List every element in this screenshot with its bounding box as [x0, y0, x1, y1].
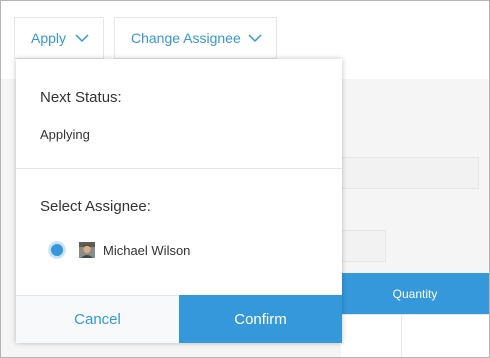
assignee-name: Michael Wilson: [103, 242, 191, 258]
cancel-button[interactable]: Cancel: [16, 295, 179, 343]
apply-button[interactable]: Apply: [14, 17, 104, 59]
next-status-label: Next Status:: [40, 89, 122, 106]
background-number-field[interactable]: [338, 230, 386, 262]
avatar-icon: [79, 242, 95, 258]
table-header-label: Quantity: [392, 286, 438, 301]
next-status-value: Applying: [40, 127, 90, 142]
change-assignee-label: Change Assignee: [131, 30, 241, 46]
select-assignee-label: Select Assignee:: [40, 198, 151, 215]
apply-button-label: Apply: [31, 30, 67, 46]
table-row: [341, 314, 489, 357]
status-action-popup: Next Status: Applying Select Assignee: M…: [16, 59, 342, 343]
change-assignee-button[interactable]: Change Assignee: [114, 17, 277, 59]
confirm-button[interactable]: Confirm: [179, 295, 342, 343]
background-text-field[interactable]: [338, 157, 479, 189]
popup-actions: Cancel Confirm: [16, 295, 342, 343]
cancel-button-label: Cancel: [74, 311, 121, 328]
section-divider: [16, 168, 342, 169]
assignee-option[interactable]: Michael Wilson: [49, 239, 190, 261]
app-frame: Apply Change Assignee Quantity Next Stat…: [0, 0, 490, 358]
chevron-down-icon: [75, 34, 89, 43]
table-cell-divider: [401, 315, 402, 357]
assignee-radio[interactable]: [49, 242, 65, 258]
table-header-quantity: Quantity: [341, 273, 489, 314]
chevron-down-icon: [248, 34, 262, 43]
confirm-button-label: Confirm: [234, 310, 287, 328]
